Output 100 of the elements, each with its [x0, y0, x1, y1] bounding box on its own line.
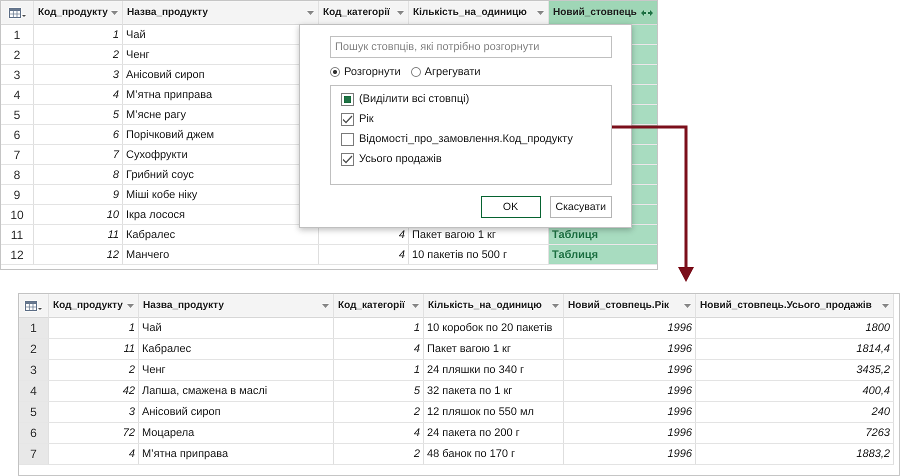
row-number: 7 [19, 444, 49, 465]
row-number: 7 [1, 145, 34, 165]
dialog-button[interactable]: OK [480, 196, 540, 218]
column-header[interactable]: Назва_продукту [123, 1, 319, 25]
table-cell: 5 [334, 381, 424, 402]
table-cell: 7 [34, 145, 123, 165]
caret-icon[interactable] [111, 10, 118, 14]
caret-icon[interactable] [684, 304, 691, 308]
search-field[interactable]: Пошук стовпців, які потрібно розгорнути [330, 36, 612, 58]
radio-option[interactable]: Агрегувати [410, 66, 481, 78]
table-cell: Таблиця [549, 245, 657, 265]
table-cell: 24 пакета по 200 г [424, 423, 564, 444]
row-number: 9 [1, 185, 34, 205]
caret-icon[interactable] [882, 304, 889, 308]
column-header[interactable]: Код_продукту [49, 294, 139, 318]
expand-icon[interactable] [641, 8, 653, 16]
caret-icon[interactable] [537, 10, 544, 14]
column-checkbox[interactable]: Усього продажів [341, 149, 611, 169]
table-cell: Манчего [123, 245, 319, 265]
dialog-button[interactable]: Скасувати [550, 196, 612, 218]
table-cell: Моцарела [139, 423, 334, 444]
table-cell: 4 [334, 423, 424, 444]
caret-icon[interactable] [412, 304, 419, 308]
caret-icon[interactable] [307, 10, 314, 14]
table-cell: 7263 [696, 423, 894, 444]
table-cell: Анісовий сироп [139, 402, 334, 423]
table-cell: 3 [49, 402, 139, 423]
table-cell: 24 пляшки по 340 г [424, 360, 564, 381]
row-number: 12 [1, 245, 34, 265]
table-cell: Лапша, смажена в маслі [139, 381, 334, 402]
table-cell: 1996 [564, 402, 696, 423]
table-cell: 6 [34, 125, 123, 145]
caret-icon[interactable] [127, 304, 134, 308]
table-cell: 9 [34, 185, 123, 205]
table-cell: 10 [34, 205, 123, 225]
row-number: 11 [1, 225, 34, 245]
table-cell: 11 [49, 339, 139, 360]
table-cell: 5 [34, 105, 123, 125]
table-cell: 1996 [564, 360, 696, 381]
row-number: 4 [19, 381, 49, 402]
table-cell: 1800 [696, 318, 894, 339]
column-header[interactable]: Код_категорії [334, 294, 424, 318]
table-cell: 4 [319, 245, 409, 265]
table-cell: 2 [334, 444, 424, 465]
caret-icon[interactable] [322, 304, 329, 308]
table-cell: 48 банок по 170 г [424, 444, 564, 465]
column-header[interactable]: Новий_стовпець.Рік [564, 294, 696, 318]
row-number: 6 [1, 125, 34, 145]
row-number: 8 [1, 165, 34, 185]
table-cell: Чай [139, 318, 334, 339]
check-icon [342, 114, 353, 124]
table-cell: 12 [34, 245, 123, 265]
table-cell: 1 [34, 25, 123, 45]
row-number: 10 [1, 205, 34, 225]
table-cell: М’ятна приправа [139, 444, 334, 465]
table-cell: 1996 [564, 339, 696, 360]
table-cell: 240 [696, 402, 894, 423]
table-cell: 10 коробок по 20 пакетів [424, 318, 564, 339]
table-cell: 2 [34, 45, 123, 65]
column-header[interactable]: Новий_стовпець [549, 1, 657, 25]
row-number: 3 [19, 360, 49, 381]
caret-icon[interactable] [552, 304, 559, 308]
table-icon[interactable] [8, 8, 26, 18]
table-cell: 1996 [564, 381, 696, 402]
column-checkbox[interactable]: Відомості_про_замовлення.Код_продукту [341, 129, 611, 149]
row-number: 6 [19, 423, 49, 444]
row-number: 2 [1, 45, 34, 65]
column-checkbox[interactable]: (Виділити всі стовпці) [341, 89, 611, 109]
table-cell: 1 [334, 360, 424, 381]
table-cell: 1 [49, 318, 139, 339]
table-cell: Пакет вагою 1 кг [424, 339, 564, 360]
table-cell: 2 [49, 360, 139, 381]
caret-icon[interactable] [397, 10, 404, 14]
row-number: 4 [1, 85, 34, 105]
table-cell: 1996 [564, 444, 696, 465]
radio-option[interactable]: Розгорнути [330, 66, 401, 78]
table-cell: 4 [334, 339, 424, 360]
row-number: 1 [19, 318, 49, 339]
table-cell: 1 [334, 318, 424, 339]
table-cell: 12 пляшок по 550 мл [424, 402, 564, 423]
table-cell: Кабралес [139, 339, 334, 360]
column-checkbox[interactable]: Рік [341, 109, 611, 129]
row-number: 2 [19, 339, 49, 360]
table-cell: 4 [34, 85, 123, 105]
table-cell: 32 пакета по 1 кг [424, 381, 564, 402]
table-cell: 1883,2 [696, 444, 894, 465]
column-header[interactable]: Код_продукту [34, 1, 123, 25]
column-header[interactable]: Кількість_на_одиницю [409, 1, 549, 25]
check-icon [342, 154, 353, 164]
table-cell: 1996 [564, 318, 696, 339]
table-cell: 8 [34, 165, 123, 185]
row-number: 1 [1, 25, 34, 45]
table-cell: 4 [49, 444, 139, 465]
table-cell: 72 [49, 423, 139, 444]
column-header[interactable]: Новий_стовпець.Усього_продажів [696, 294, 894, 318]
row-number: 3 [1, 65, 34, 85]
table-icon[interactable] [25, 300, 42, 310]
column-header[interactable]: Кількість_на_одиницю [424, 294, 564, 318]
column-header[interactable]: Код_категорії [319, 1, 409, 25]
column-header[interactable]: Назва_продукту [139, 294, 334, 318]
